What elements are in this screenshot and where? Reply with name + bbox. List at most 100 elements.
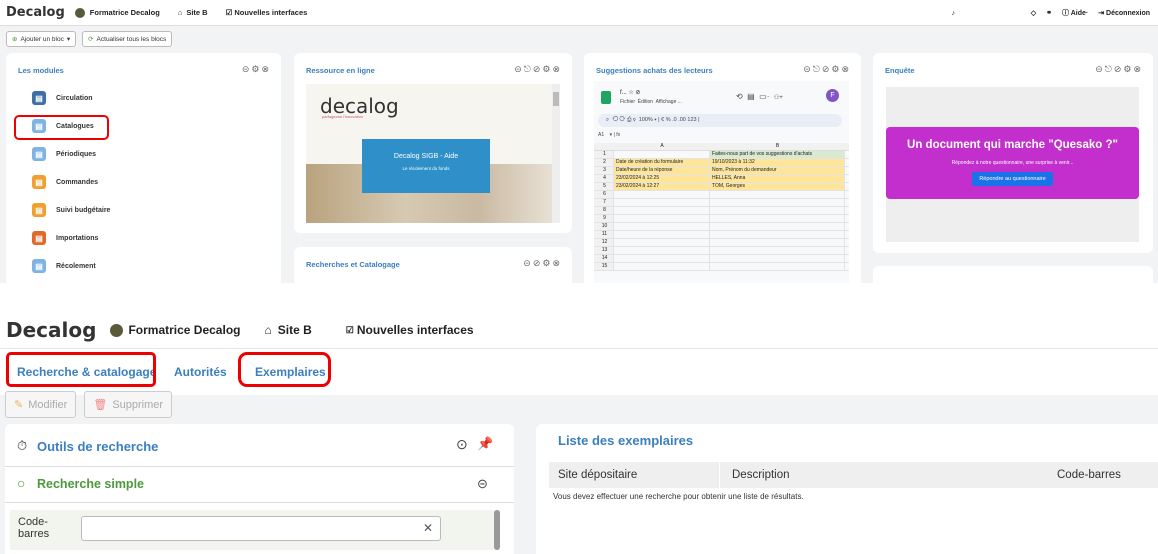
sheet-cell[interactable] [710,199,845,206]
column-header[interactable]: Site dépositaire [558,469,637,481]
module-item[interactable]: ▤ Suivi budgétaire [32,203,110,217]
collapse-icon[interactable]: ⊙ [456,436,468,453]
sheet-cell[interactable] [710,231,845,238]
sheet-cell[interactable] [614,255,710,262]
sheet-row[interactable]: 1 Faites-nous part de vos suggestions d'a… [594,151,849,159]
sheet-row[interactable]: 11 [594,231,849,239]
sheet-cell[interactable]: 6 [594,191,614,198]
card-actions-icon[interactable]: ⊝⊘⚙⊗ [523,258,562,269]
sheet-cell[interactable] [710,215,845,222]
sheet-cell[interactable] [614,247,710,254]
user-avatar[interactable]: F [826,89,839,102]
scrollbar[interactable] [494,510,500,550]
module-item[interactable]: ▤ Périodiques [32,147,96,161]
sheet-cell[interactable]: 19/10/2023 à 11:32 [710,159,845,166]
sheet-cell[interactable] [614,207,710,214]
sheet-cell[interactable] [614,239,710,246]
sheet-cell[interactable] [710,247,845,254]
simple-search-title[interactable]: Recherche simple [37,477,144,491]
card-actions-icon[interactable]: ⊝⚙⊗ [242,64,271,75]
sheet-cell[interactable] [710,263,845,270]
new-ui-toggle[interactable]: ☑ Nouvelles interfaces [346,323,474,337]
new-ui-toggle[interactable]: ☑ Nouvelles interfaces [226,8,308,17]
sheet-row[interactable]: 13 [594,247,849,255]
sheet-cell[interactable]: 23/02/2024 à 12:27 [614,183,710,190]
sheet-toolbar[interactable]: ⌕ ⟲ ⟳ ⎙ ⚲ 100% ▾ | € % .0 .00 123 | [598,114,842,127]
sheet-row[interactable]: 4 23/02/2024 à 12:25 HELLES, Anna [594,175,849,183]
sheet-cell[interactable] [614,223,710,230]
clear-icon[interactable]: ✕ [423,521,433,535]
sheet-row[interactable]: 10 [594,223,849,231]
pin-icon[interactable]: 📌 [477,436,493,452]
sheet-cell[interactable]: 3 [594,167,614,174]
link-icon[interactable]: ⚭ [1046,9,1052,17]
sheet-row[interactable]: 15 [594,263,849,271]
sheet-cell[interactable]: 23/02/2024 à 12:25 [614,175,710,182]
sheet-cell[interactable]: 14 [594,255,614,262]
module-item[interactable]: ▤ Importations [32,231,98,245]
sheet-row[interactable]: 5 23/02/2024 à 12:27 TOM, Georges [594,183,849,191]
help-menu[interactable]: ⓘ Aide· [1062,8,1088,18]
sheet-row[interactable]: 12 [594,239,849,247]
sheet-cell[interactable]: 12 [594,239,614,246]
sheet-cell[interactable] [710,223,845,230]
card-actions-icon[interactable]: ⊝⎋⊘⚙⊗ [514,64,562,75]
sheet-row[interactable]: 3 Date/heure de la réponse Nom, Prénom du … [594,167,849,175]
module-item[interactable]: ▤ Commandes [32,175,98,189]
resource-preview[interactable]: decalog partageons l'innovation Decalog … [306,84,552,223]
column-header[interactable]: Description [732,469,790,481]
site-selector[interactable]: ⌂ Site B [264,323,311,337]
sheet-cell[interactable]: 4 [594,175,614,182]
sheet-cell[interactable] [710,191,845,198]
sheet-cell[interactable]: Date de création du formulaire [614,159,710,166]
sheet-cell[interactable] [614,151,710,158]
logo[interactable]: Decalog [6,5,65,20]
tab-autorites[interactable]: Autorités [174,365,227,379]
chevron-up-icon[interactable]: ⊝ [477,476,488,492]
sheet-cell[interactable] [614,215,710,222]
sheet-cell[interactable]: 10 [594,223,614,230]
sheet-cell[interactable] [710,255,845,262]
sheet-row[interactable]: 14 [594,255,849,263]
logout-button[interactable]: ⇥ Déconnexion [1098,9,1150,17]
sheet-cell[interactable] [614,191,710,198]
sheet-cell[interactable]: 7 [594,199,614,206]
sheet-row[interactable]: 8 [594,207,849,215]
notification-icon[interactable]: ◇ [1031,9,1036,17]
sheet-cell[interactable]: 2 [594,159,614,166]
edit-button[interactable]: ✎ Modifier [5,391,77,418]
sheet-cell[interactable] [710,207,845,214]
user-menu[interactable]: Formatrice Decalog [74,7,160,18]
refresh-all-button[interactable]: ⟳ Actualiser tous les blocs [82,31,173,47]
survey-button[interactable]: Répondre au questionnaire [972,172,1053,186]
sheet-row[interactable]: 2 Date de création du formulaire 19/10/202… [594,159,849,167]
sheet-cell[interactable]: 11 [594,231,614,238]
bell-icon[interactable]: ♪ [952,10,956,17]
user-menu[interactable]: Formatrice Decalog [110,323,240,337]
sheet-cell[interactable]: Date/heure de la réponse [614,167,710,174]
column-header[interactable]: Code-barres [1057,469,1121,481]
sheet-row[interactable]: 6 [594,191,849,199]
sheet-cell[interactable]: 15 [594,263,614,270]
add-block-button[interactable]: ⊕ Ajouter un bloc ▾ [6,31,77,47]
delete-button[interactable]: 🗑 Supprimer [84,391,173,418]
sheet-cell[interactable]: 5 [594,183,614,190]
sheet-cell[interactable]: 8 [594,207,614,214]
sheet-row[interactable]: 9 [594,215,849,223]
sheet-cell[interactable] [614,231,710,238]
logo[interactable]: Decalog [6,318,96,342]
sheet-cell[interactable]: HELLES, Anna [710,175,845,182]
sheet-cell[interactable]: Faites-nous part de vos suggestions d'ac… [710,151,845,158]
sheet-cell[interactable] [614,199,710,206]
sheet-cell[interactable]: 13 [594,247,614,254]
module-item[interactable]: ▤ Récolement [32,259,96,273]
card-actions-icon[interactable]: ⊝⎋⊘⚙⊗ [1095,64,1143,75]
sheet-cell[interactable]: Nom, Prénom du demandeur [710,167,845,174]
sheet-grid[interactable]: 1 Faites-nous part de vos suggestions d'a… [594,151,849,271]
barcode-input[interactable] [81,516,441,541]
sheet-cell[interactable] [614,263,710,270]
site-selector[interactable]: ⌂ Site B [178,8,208,17]
sheet-cell[interactable]: 9 [594,215,614,222]
scrollbar[interactable] [552,84,560,223]
sheet-cell[interactable]: 1 [594,151,614,158]
